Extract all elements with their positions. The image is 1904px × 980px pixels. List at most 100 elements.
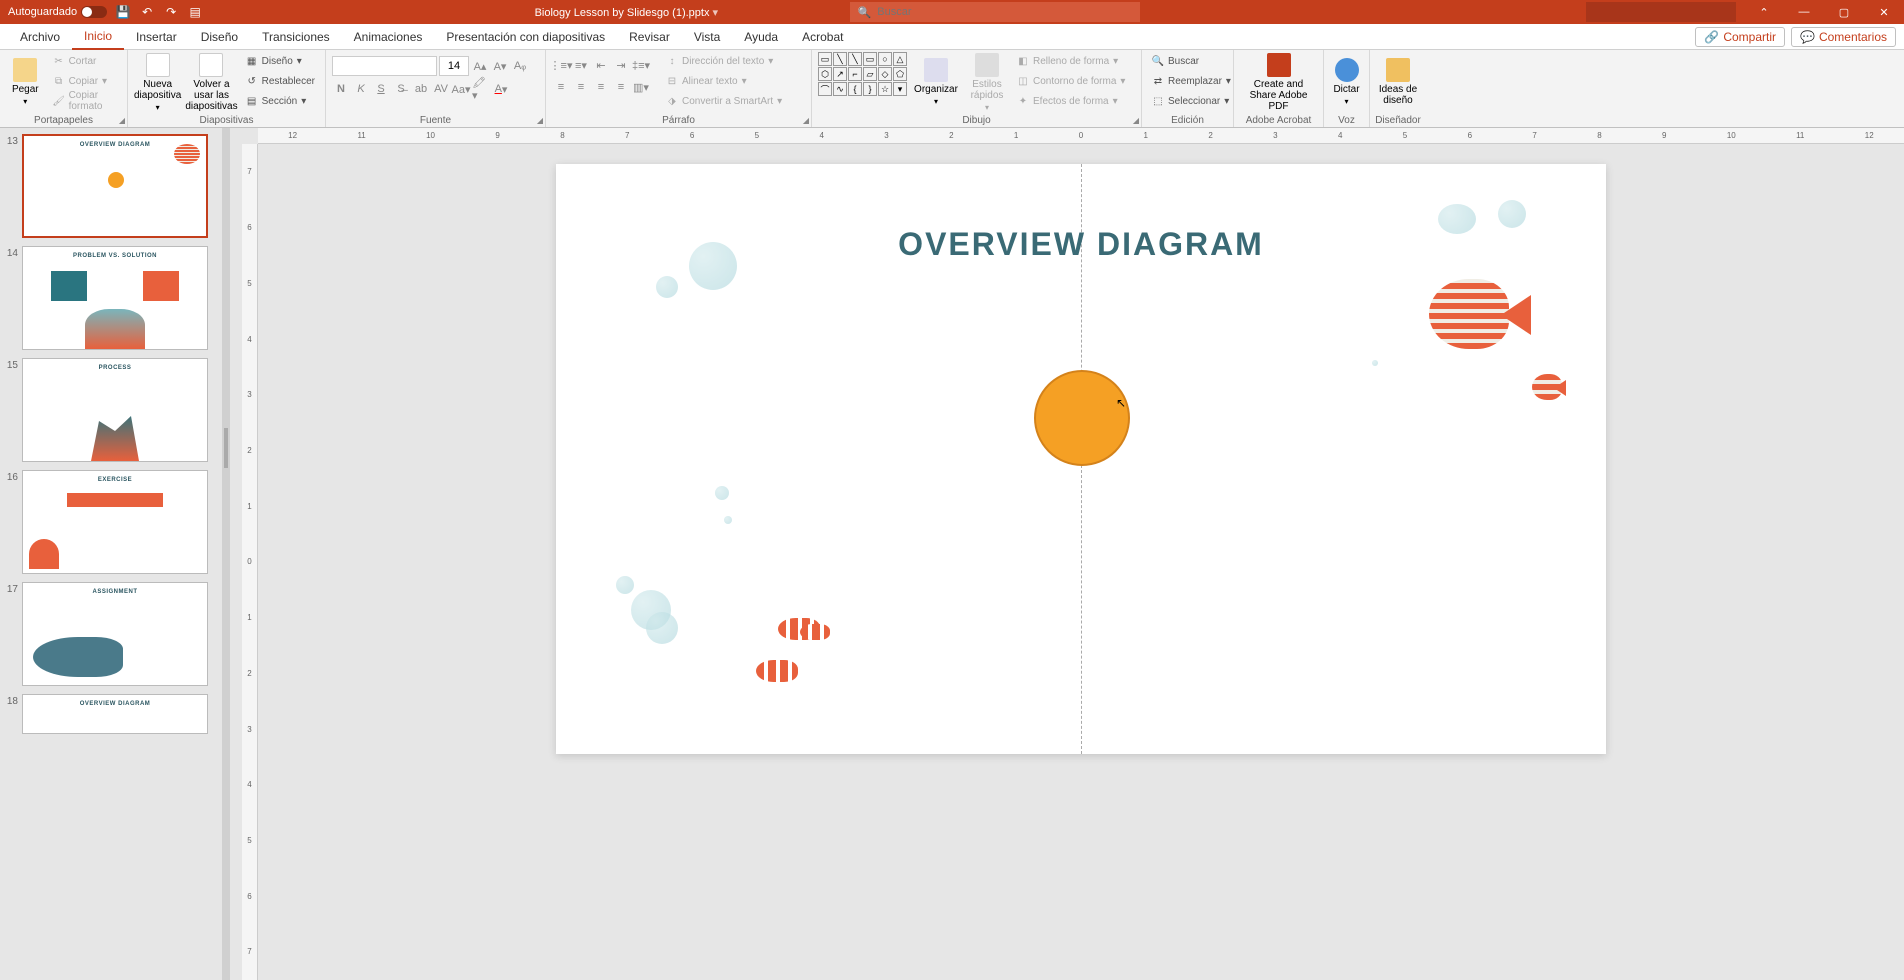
tab-archivo[interactable]: Archivo	[8, 24, 72, 50]
align-text-button[interactable]: ⊟Alinear texto ▾	[662, 72, 786, 90]
thumbnail-slide-14[interactable]: PROBLEM VS. SOLUTION	[22, 246, 208, 350]
shapes-gallery[interactable]: ▭╲╲▭○△ ⬡↗⌐▱◇⬠ ⌒∿{}☆▾	[818, 52, 907, 96]
group-expand-icon[interactable]: ◢	[119, 116, 125, 125]
tab-acrobat[interactable]: Acrobat	[790, 24, 855, 50]
spacing-button[interactable]: AV	[432, 80, 450, 98]
group-expand-icon[interactable]: ◢	[803, 116, 809, 125]
shape-fill-button[interactable]: ◧Relleno de forma ▾	[1013, 52, 1129, 70]
justify-button[interactable]: ≡	[612, 78, 630, 96]
circle-shape[interactable]	[1034, 370, 1130, 466]
bubble-decoration	[715, 486, 729, 500]
minimize-icon[interactable]: —	[1784, 0, 1824, 24]
clownfish-illustration	[756, 660, 798, 682]
underline-button[interactable]: S	[372, 80, 390, 98]
shadow-button[interactable]: ab	[412, 80, 430, 98]
tab-diseno[interactable]: Diseño	[189, 24, 250, 50]
vertical-splitter[interactable]	[222, 128, 230, 980]
thumbnail-slide-13[interactable]: OVERVIEW DIAGRAM	[22, 134, 208, 238]
font-size-input[interactable]	[439, 56, 469, 76]
maximize-icon[interactable]: ▢	[1824, 0, 1864, 24]
fish-illustration	[1421, 279, 1531, 359]
align-center-button[interactable]: ≡	[572, 78, 590, 96]
columns-button[interactable]: ▥▾	[632, 78, 650, 96]
clear-format-icon[interactable]: Aᵩ	[511, 57, 529, 75]
paste-button[interactable]: Pegar▾	[6, 52, 45, 112]
redo-icon[interactable]: ↷	[163, 4, 179, 20]
share-button[interactable]: 🔗 Compartir	[1695, 27, 1785, 47]
bold-button[interactable]: N	[332, 80, 350, 98]
group-expand-icon[interactable]: ◢	[1133, 116, 1139, 125]
comments-button[interactable]: 💬 Comentarios	[1791, 27, 1896, 47]
group-label-portapapeles: Portapapeles	[0, 115, 127, 126]
close-icon[interactable]: ✕	[1864, 0, 1904, 24]
autosave-toggle[interactable]: Autoguardado	[8, 6, 107, 18]
align-left-button[interactable]: ≡	[552, 78, 570, 96]
slide-canvas[interactable]: OVERVIEW DIAGRAM	[556, 164, 1606, 754]
toggle-switch[interactable]	[81, 6, 107, 18]
align-right-button[interactable]: ≡	[592, 78, 610, 96]
group-label-diapositivas: Diapositivas	[128, 115, 325, 126]
thumbnail-slide-18[interactable]: OVERVIEW DIAGRAM	[22, 694, 208, 734]
format-painter-button[interactable]: 🖌Copiar formato	[49, 92, 121, 110]
tab-revisar[interactable]: Revisar	[617, 24, 682, 50]
new-slide-button[interactable]: Nueva diapositiva▾	[134, 52, 181, 112]
copy-icon: ⧉	[53, 75, 65, 87]
quick-styles-button[interactable]: Estilos rápidos▾	[965, 52, 1009, 112]
tab-inicio[interactable]: Inicio	[72, 24, 124, 50]
adobe-pdf-button[interactable]: Create and Share Adobe PDF	[1240, 52, 1317, 112]
arrange-button[interactable]: Organizar▾	[911, 52, 961, 112]
case-button[interactable]: Aa▾	[452, 80, 470, 98]
highlight-button[interactable]: 🖍▾	[472, 80, 490, 98]
section-button[interactable]: ▤Sección ▾	[242, 92, 319, 110]
group-expand-icon[interactable]: ◢	[537, 116, 543, 125]
search-box[interactable]: 🔍	[850, 2, 1140, 22]
bullets-button[interactable]: ⋮≡▾	[552, 56, 570, 74]
text-direction-button[interactable]: ↕Dirección del texto ▾	[662, 52, 786, 70]
tab-insertar[interactable]: Insertar	[124, 24, 189, 50]
indent-button[interactable]: ⇥	[612, 56, 630, 74]
undo-icon[interactable]: ↶	[139, 4, 155, 20]
shape-effects-button[interactable]: ✦Efectos de forma ▾	[1013, 92, 1129, 110]
layout-button[interactable]: ▦Diseño ▾	[242, 52, 319, 70]
find-button[interactable]: 🔍Buscar	[1148, 52, 1235, 70]
numbering-button[interactable]: ≡▾	[572, 56, 590, 74]
tab-transiciones[interactable]: Transiciones	[250, 24, 342, 50]
slideshow-icon[interactable]: ▤	[187, 4, 203, 20]
tab-animaciones[interactable]: Animaciones	[342, 24, 435, 50]
thumbnail-slide-16[interactable]: EXERCISE	[22, 470, 208, 574]
strike-button[interactable]: S̶	[392, 80, 410, 98]
thumb-number: 16	[4, 470, 18, 574]
tab-ayuda[interactable]: Ayuda	[732, 24, 790, 50]
increase-font-icon[interactable]: A▴	[471, 57, 489, 75]
smartart-button[interactable]: ⬗Convertir a SmartArt ▾	[662, 92, 786, 110]
cut-button[interactable]: ✂Cortar	[49, 52, 121, 70]
decrease-font-icon[interactable]: A▾	[491, 57, 509, 75]
font-name-input[interactable]	[332, 56, 437, 76]
select-icon: ⬚	[1152, 95, 1164, 107]
design-ideas-button[interactable]: Ideas de diseño	[1376, 52, 1420, 112]
reset-button[interactable]: ↺Restablecer	[242, 72, 319, 90]
bubble-decoration	[689, 242, 737, 290]
fish-illustration-small	[1524, 374, 1566, 404]
user-badge[interactable]	[1586, 2, 1736, 22]
ribbon-display-icon[interactable]: ⌃	[1744, 0, 1784, 24]
group-label-voz: Voz	[1324, 115, 1369, 126]
save-icon[interactable]: 💾	[115, 4, 131, 20]
reuse-slides-button[interactable]: Volver a usar las diapositivas	[185, 52, 237, 112]
italic-button[interactable]: K	[352, 80, 370, 98]
thumbnail-slide-17[interactable]: ASSIGNMENT	[22, 582, 208, 686]
slide-thumbnails-panel[interactable]: 13 OVERVIEW DIAGRAM 14 PROBLEM VS. SOLUT…	[0, 128, 222, 980]
copy-button[interactable]: ⧉Copiar ▾	[49, 72, 121, 90]
font-color-button[interactable]: A▾	[492, 80, 510, 98]
tab-vista[interactable]: Vista	[682, 24, 732, 50]
tab-presentacion[interactable]: Presentación con diapositivas	[434, 24, 617, 50]
outdent-button[interactable]: ⇤	[592, 56, 610, 74]
dictate-button[interactable]: Dictar▾	[1330, 52, 1363, 112]
shape-outline-button[interactable]: ◫Contorno de forma ▾	[1013, 72, 1129, 90]
replace-button[interactable]: ⇄Reemplazar ▾	[1148, 72, 1235, 90]
search-input[interactable]	[877, 6, 1131, 18]
line-spacing-button[interactable]: ‡≡▾	[632, 56, 650, 74]
group-label-dibujo: Dibujo	[812, 115, 1141, 126]
thumbnail-slide-15[interactable]: PROCESS	[22, 358, 208, 462]
select-button[interactable]: ⬚Seleccionar ▾	[1148, 92, 1235, 110]
